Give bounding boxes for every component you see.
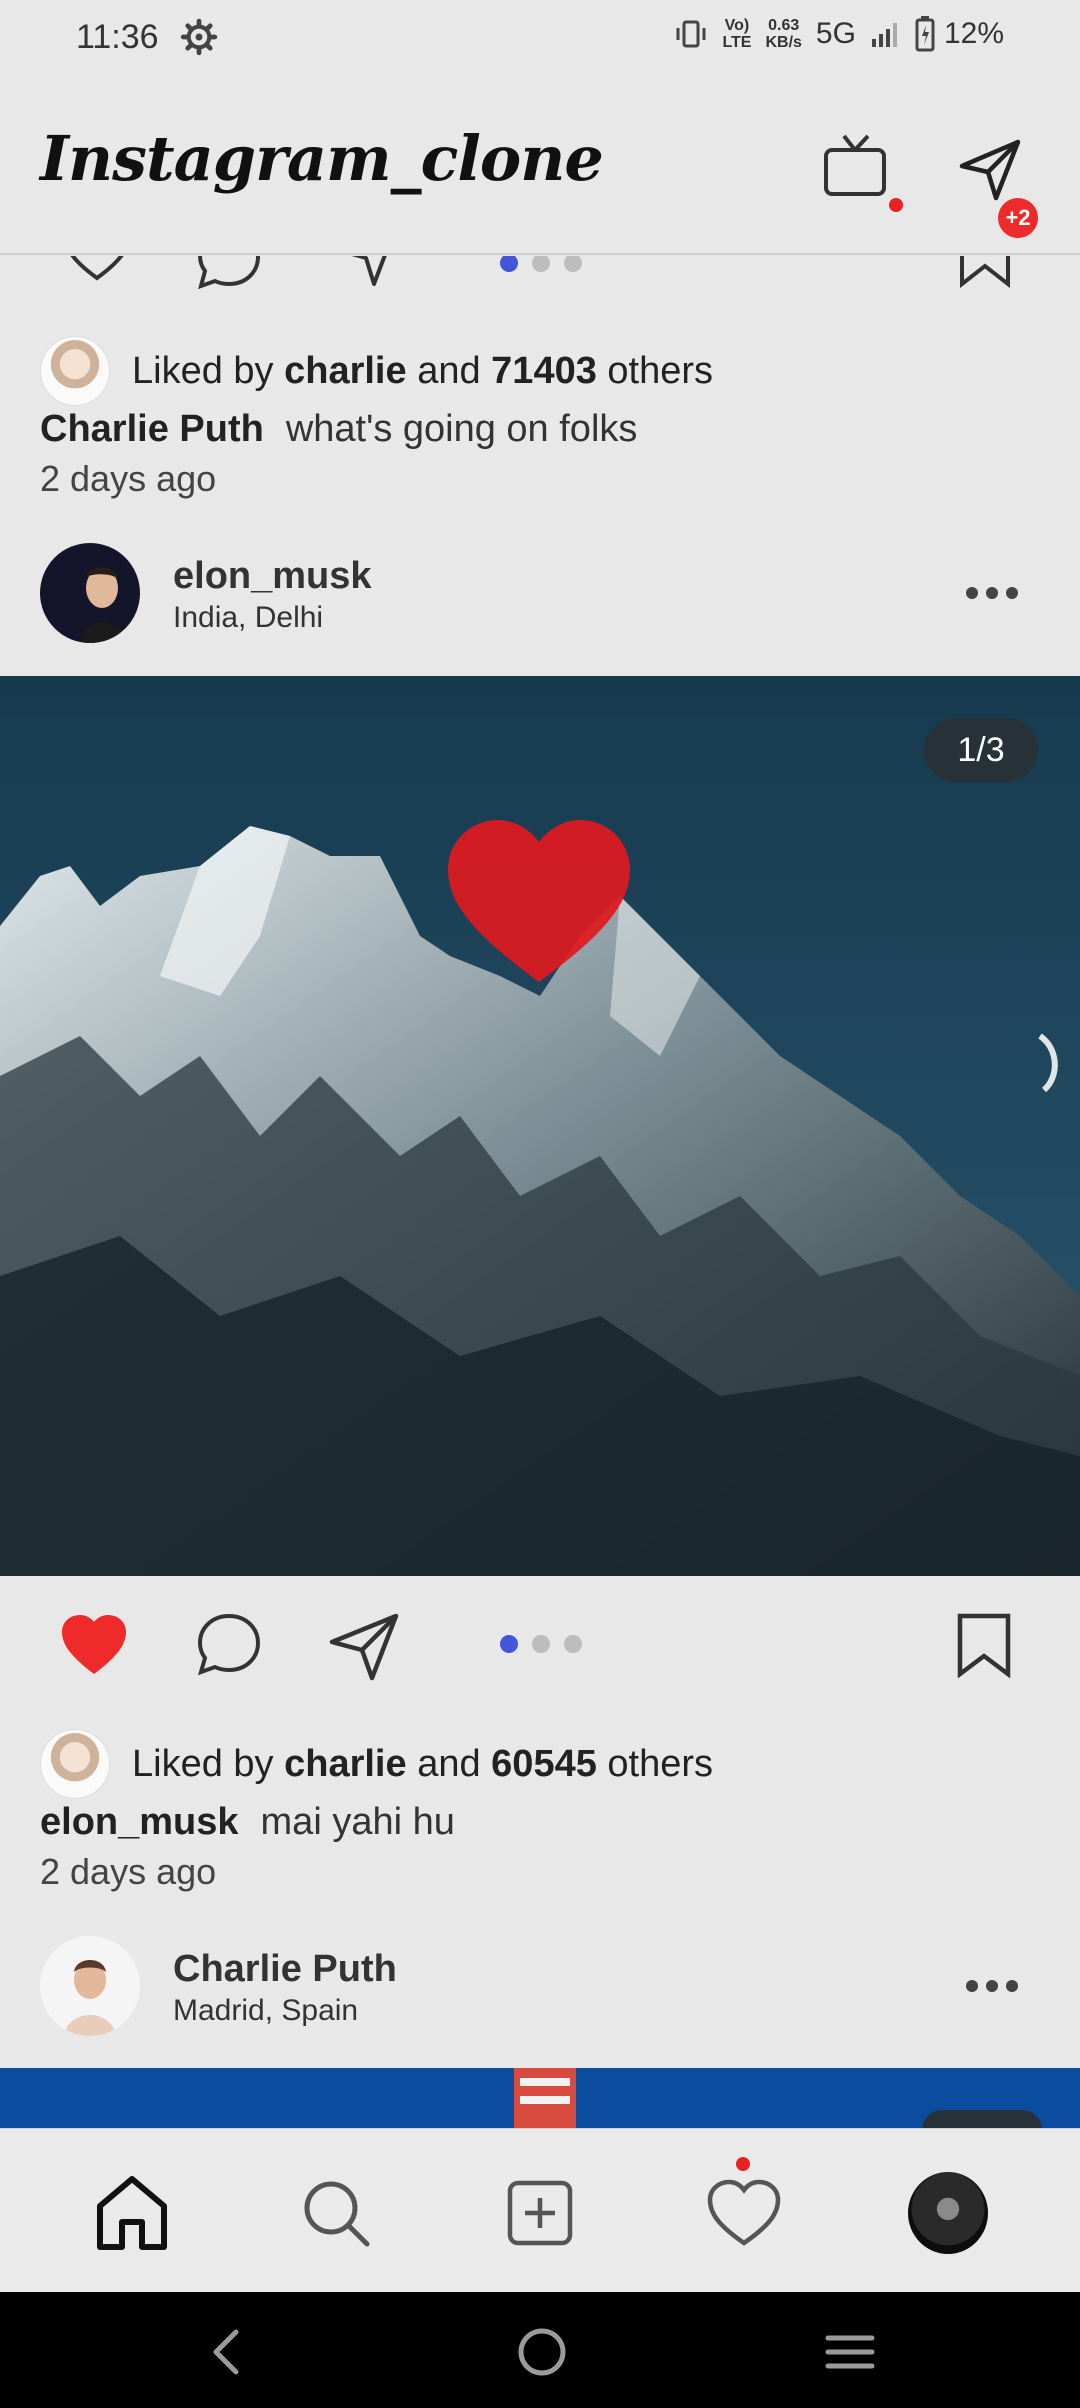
status-bar: 11:36 Vo) LTE 0.63 KB/s 5G 12% <box>0 0 1080 80</box>
carousel-dot <box>532 256 550 272</box>
nav-home[interactable] <box>92 2173 172 2253</box>
network-speed: 0.63 KB/s <box>765 17 802 51</box>
post2-avatar[interactable] <box>40 543 140 643</box>
nav-profile[interactable] <box>908 2172 988 2254</box>
battery-icon <box>915 16 935 52</box>
add-post-icon <box>507 2180 573 2246</box>
post2-location[interactable]: India, Delhi <box>173 601 323 635</box>
post1-caption: Charlie Puth what's going on folks <box>40 408 637 451</box>
likes-line: Liked by charlie and 60545 others <box>40 1729 713 1799</box>
app-header: Instagram_clone +2 <box>0 80 1080 255</box>
profile-avatar <box>908 2172 988 2254</box>
gear-icon <box>180 18 218 56</box>
post-image[interactable]: 1/3 <box>0 676 1080 1576</box>
mountain-photo <box>0 676 1080 1576</box>
post2-actions <box>0 1576 1080 1712</box>
home-button-icon[interactable] <box>516 2326 568 2378</box>
caption-text: mai yahi hu <box>260 1801 455 1843</box>
carousel-dot <box>564 1635 582 1653</box>
vibrate-icon <box>676 20 706 48</box>
battery-percent: 12% <box>943 17 1004 50</box>
send-icon[interactable] <box>956 136 1024 204</box>
signal-icon <box>871 23 897 47</box>
carousel-dots <box>500 256 582 272</box>
heart-icon[interactable] <box>62 256 132 286</box>
heart-icon <box>707 2179 781 2246</box>
caption-username[interactable]: Charlie Puth <box>40 408 264 450</box>
nav-add-post[interactable] <box>500 2173 580 2253</box>
battery: 12% <box>914 16 1004 52</box>
caption-text: what's going on folks <box>285 408 638 450</box>
share-icon[interactable] <box>326 1608 402 1684</box>
more-options-icon[interactable] <box>962 1976 1022 1996</box>
comment-icon[interactable] <box>196 1612 262 1678</box>
carousel-dot <box>500 1635 518 1653</box>
liker-avatar[interactable] <box>40 1729 110 1799</box>
liked-by-user[interactable]: charlie <box>284 1743 407 1786</box>
post1-time: 2 days ago <box>40 458 217 499</box>
heart-icon[interactable] <box>58 1612 130 1678</box>
search-icon <box>304 2181 370 2247</box>
likes-line: Liked by charlie and 71403 others <box>40 336 713 406</box>
image-counter: 1/3 <box>924 718 1038 782</box>
network-type: 5G <box>815 17 856 50</box>
app-title: Instagram_clone <box>40 122 604 195</box>
bottom-nav <box>0 2128 1080 2292</box>
post2-username[interactable]: elon_musk <box>173 555 372 598</box>
post2-caption: elon_musk mai yahi hu <box>40 1801 455 1844</box>
carousel-dots <box>500 1635 582 1653</box>
liker-avatar[interactable] <box>40 336 110 406</box>
comment-icon[interactable] <box>196 256 262 292</box>
avatar <box>40 543 140 643</box>
home-icon <box>97 2176 167 2250</box>
share-icon[interactable] <box>332 256 402 290</box>
recent-apps-icon[interactable] <box>824 2332 876 2372</box>
bookmark-icon[interactable] <box>956 1612 1012 1678</box>
post2-likes: Liked by charlie and 60545 others <box>40 1729 713 1799</box>
likes-count[interactable]: 71403 <box>491 350 597 393</box>
status-time: 11:36 <box>76 18 159 56</box>
status-right: Vo) LTE 0.63 KB/s 5G 12% <box>674 16 1004 52</box>
nav-activity[interactable] <box>704 2173 784 2253</box>
post3-avatar[interactable] <box>40 1936 140 2036</box>
likes-count[interactable]: 60545 <box>491 1743 597 1786</box>
next-post-image[interactable] <box>0 2068 1080 2128</box>
tv-notification-dot <box>889 198 903 212</box>
next-post-photo <box>0 2068 1080 2128</box>
post3-username[interactable]: Charlie Puth <box>173 1948 397 1991</box>
caption-username[interactable]: elon_musk <box>40 1801 239 1843</box>
post2-time: 2 days ago <box>40 1851 217 1892</box>
dm-badge: +2 <box>998 198 1038 238</box>
volte-indicator: Vo) LTE <box>722 17 752 51</box>
activity-notification-dot <box>736 2157 750 2171</box>
system-navigation-bar <box>0 2292 1080 2408</box>
like-heart-overlay-icon <box>448 820 630 982</box>
carousel-dot <box>532 1635 550 1653</box>
carousel-dot <box>500 256 518 272</box>
nav-search[interactable] <box>296 2173 376 2253</box>
post1-likes: Liked by charlie and 71403 others <box>40 336 713 406</box>
back-icon[interactable] <box>206 2328 246 2376</box>
post3-location[interactable]: Madrid, Spain <box>173 1994 358 2028</box>
bookmark-icon[interactable] <box>958 256 1012 288</box>
tv-icon[interactable] <box>820 128 892 200</box>
previous-post-actions <box>0 256 1080 296</box>
more-options-icon[interactable] <box>962 583 1022 603</box>
avatar <box>40 1936 140 2036</box>
liked-by-user[interactable]: charlie <box>284 350 407 393</box>
carousel-dot <box>564 256 582 272</box>
